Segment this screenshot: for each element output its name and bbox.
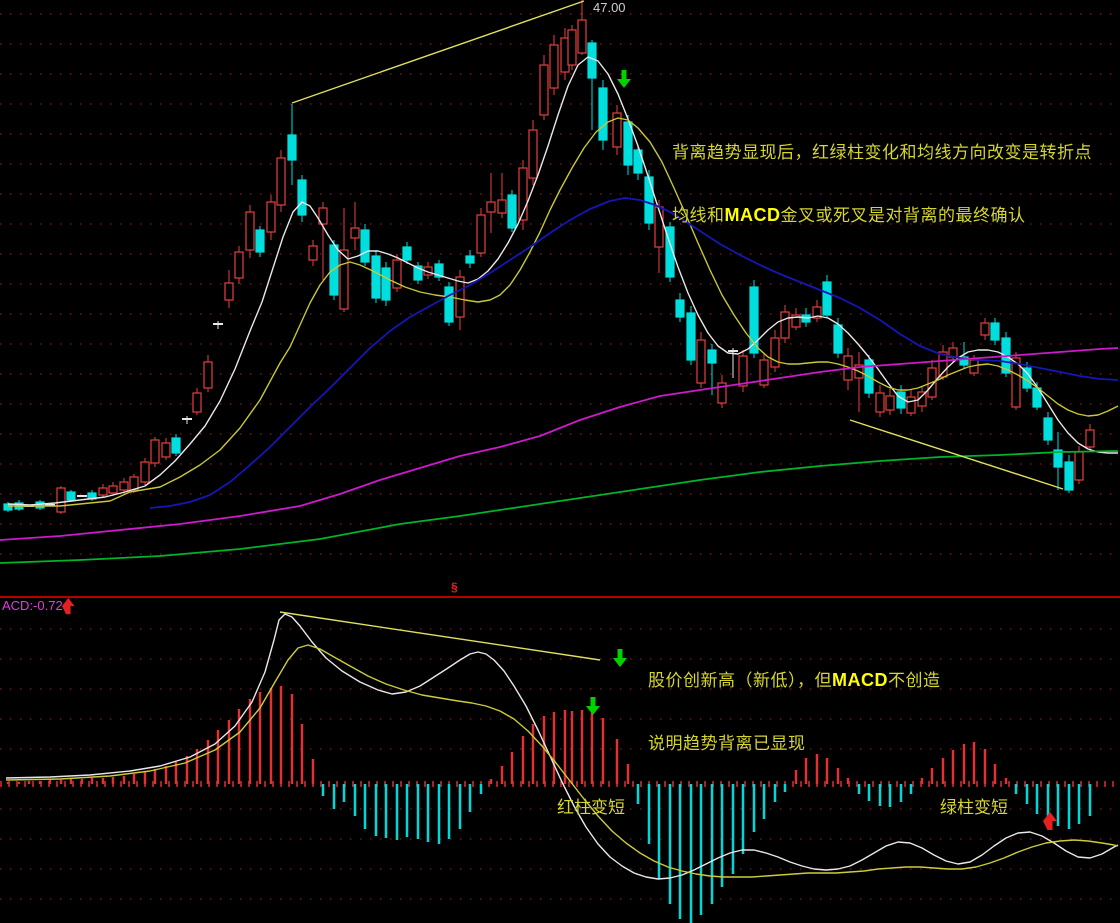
chart-canvas[interactable] xyxy=(0,0,1120,923)
dea-line xyxy=(6,645,1118,877)
candle-up xyxy=(193,393,201,412)
candle-down xyxy=(991,323,999,340)
candle-up xyxy=(477,215,485,253)
candle-up xyxy=(277,158,285,205)
candle-up xyxy=(162,443,170,457)
candle-down xyxy=(1044,418,1052,440)
candle-down xyxy=(298,180,306,215)
candle-down xyxy=(372,256,380,298)
moving-average-lines xyxy=(0,57,1118,563)
green-down-arrow-icon xyxy=(586,697,600,715)
candle-down xyxy=(708,350,716,363)
candle-down xyxy=(834,325,842,353)
candle-up xyxy=(655,207,663,247)
candle-up xyxy=(550,45,558,88)
candle-down xyxy=(445,287,453,322)
candle-up xyxy=(1086,430,1094,447)
candle-down xyxy=(288,135,296,160)
candle-down xyxy=(67,492,75,500)
macd-histogram xyxy=(8,686,1090,923)
candle-up xyxy=(981,323,989,335)
candle-up xyxy=(1075,452,1083,480)
candle-up xyxy=(204,362,212,388)
candle-down xyxy=(599,88,607,140)
candle-up xyxy=(907,397,915,413)
candle-down xyxy=(361,230,369,262)
candle-down xyxy=(1065,462,1073,490)
candle-down xyxy=(508,195,516,228)
candle-up xyxy=(886,396,894,410)
red-up-arrow-icon xyxy=(1043,812,1057,830)
arrow-markers xyxy=(62,70,1057,830)
candle-up xyxy=(529,130,537,178)
candle-up xyxy=(568,30,576,65)
candle-up xyxy=(120,482,128,490)
ma-blue xyxy=(150,198,1118,508)
red-up-arrow-icon xyxy=(62,598,75,614)
candle-up xyxy=(697,340,705,383)
candle-up xyxy=(456,277,464,317)
candle-up xyxy=(498,200,506,213)
candle-down xyxy=(588,43,596,78)
candle-up xyxy=(267,202,275,232)
candle-up xyxy=(487,202,495,212)
candle-down xyxy=(466,256,474,263)
candle-down xyxy=(403,247,411,260)
candle-up xyxy=(540,65,548,115)
candle-up xyxy=(235,252,243,278)
candle-up xyxy=(109,486,117,493)
candle-up xyxy=(739,356,747,386)
green-down-arrow-icon xyxy=(617,70,631,88)
candle-up xyxy=(99,488,107,495)
green-down-arrow-icon xyxy=(613,649,627,667)
candle-up xyxy=(876,393,884,412)
candle-down xyxy=(823,282,831,315)
trendlines xyxy=(280,1,1063,660)
candle-down xyxy=(172,438,180,453)
candle-up xyxy=(578,20,586,53)
stock-chart-window: 47.00 背离趋势显现后，红绿柱变化和均线方向改变是转折点 均线和MACD金叉… xyxy=(0,0,1120,923)
candle-up xyxy=(57,488,65,512)
candle-up xyxy=(151,440,159,463)
candle-down xyxy=(645,177,653,223)
candle-up xyxy=(246,212,254,250)
downtrend-line-right xyxy=(850,420,1063,489)
candle-up xyxy=(225,283,233,300)
candle-up xyxy=(141,462,149,482)
candle-down xyxy=(256,230,264,252)
candle-down xyxy=(687,313,695,360)
candle-up xyxy=(781,312,789,338)
candlestick-series xyxy=(4,0,1094,514)
candle-down xyxy=(676,300,684,317)
candle-down xyxy=(382,268,390,300)
candle-up xyxy=(309,246,317,260)
candle-up xyxy=(351,228,359,238)
candle-down xyxy=(4,504,12,510)
